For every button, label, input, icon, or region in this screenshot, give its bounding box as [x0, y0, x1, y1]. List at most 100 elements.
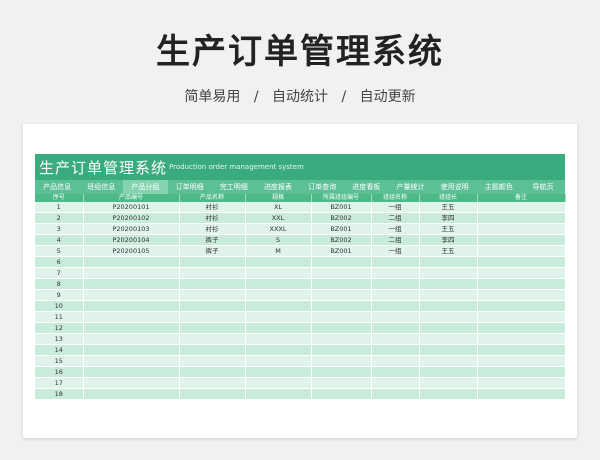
tab-10[interactable]: 使用说明 [433, 180, 477, 194]
table-cell[interactable] [419, 311, 478, 323]
table-cell[interactable] [477, 300, 566, 312]
table-cell[interactable]: 二组 [371, 234, 420, 246]
tab-8[interactable]: 进度看板 [344, 180, 388, 194]
table-cell[interactable] [83, 300, 180, 312]
table-cell[interactable]: 一组 [371, 202, 420, 213]
table-cell[interactable] [179, 333, 246, 345]
table-cell[interactable] [477, 377, 566, 389]
table-cell[interactable]: M [245, 245, 312, 257]
table-cell[interactable] [477, 333, 566, 345]
table-cell[interactable] [245, 311, 312, 323]
table-cell[interactable] [179, 388, 246, 400]
table-cell[interactable] [311, 322, 372, 334]
table-cell[interactable]: S [245, 234, 312, 246]
table-cell[interactable]: P20200103 [83, 223, 180, 235]
table-cell[interactable] [477, 267, 566, 279]
table-cell[interactable] [245, 256, 312, 268]
table-cell[interactable] [83, 355, 180, 367]
table-cell[interactable] [83, 322, 180, 334]
table-cell[interactable] [245, 289, 312, 301]
table-cell[interactable]: 6 [35, 256, 84, 268]
table-cell[interactable]: 衬衫 [179, 202, 246, 213]
table-cell[interactable] [477, 355, 566, 367]
table-cell[interactable] [179, 377, 246, 389]
table-cell[interactable] [83, 366, 180, 378]
table-cell[interactable] [419, 377, 478, 389]
table-cell[interactable]: 14 [35, 344, 84, 356]
table-cell[interactable] [419, 344, 478, 356]
table-cell[interactable] [477, 322, 566, 334]
table-cell[interactable] [179, 300, 246, 312]
table-cell[interactable]: 9 [35, 289, 84, 301]
table-cell[interactable] [179, 256, 246, 268]
table-cell[interactable] [245, 366, 312, 378]
table-cell[interactable] [371, 388, 420, 400]
table-cell[interactable] [477, 234, 566, 246]
table-cell[interactable] [419, 267, 478, 279]
tab-1[interactable]: 产品信息 [35, 180, 79, 194]
tab-7[interactable]: 订单查询 [300, 180, 344, 194]
table-cell[interactable]: 王五 [419, 202, 478, 213]
table-cell[interactable] [83, 256, 180, 268]
tab-5[interactable]: 完工明细 [212, 180, 256, 194]
table-cell[interactable] [419, 289, 478, 301]
table-cell[interactable] [179, 344, 246, 356]
table-cell[interactable] [83, 333, 180, 345]
table-cell[interactable] [477, 245, 566, 257]
table-cell[interactable] [179, 355, 246, 367]
tab-12[interactable]: 导航页 [521, 180, 565, 194]
table-cell[interactable] [179, 278, 246, 290]
tab-2[interactable]: 班组信息 [79, 180, 123, 194]
table-cell[interactable]: XXXL [245, 223, 312, 235]
table-cell[interactable] [371, 278, 420, 290]
table-cell[interactable] [179, 322, 246, 334]
table-cell[interactable] [419, 278, 478, 290]
table-cell[interactable] [419, 355, 478, 367]
table-cell[interactable] [371, 333, 420, 345]
table-cell[interactable] [311, 289, 372, 301]
table-cell[interactable] [371, 322, 420, 334]
table-cell[interactable] [245, 322, 312, 334]
table-cell[interactable] [477, 256, 566, 268]
tab-9[interactable]: 产量统计 [388, 180, 432, 194]
table-cell[interactable]: 一组 [371, 223, 420, 235]
table-cell[interactable]: 裤子 [179, 234, 246, 246]
table-cell[interactable]: 8 [35, 278, 84, 290]
table-cell[interactable]: 13 [35, 333, 84, 345]
table-cell[interactable]: P20200102 [83, 212, 180, 224]
table-cell[interactable] [179, 366, 246, 378]
table-cell[interactable] [419, 256, 478, 268]
table-cell[interactable]: XXL [245, 212, 312, 224]
table-cell[interactable] [311, 366, 372, 378]
table-cell[interactable]: BZ001 [311, 223, 372, 235]
table-cell[interactable]: 15 [35, 355, 84, 367]
table-cell[interactable]: BZ002 [311, 212, 372, 224]
table-cell[interactable] [179, 289, 246, 301]
table-cell[interactable] [245, 333, 312, 345]
table-cell[interactable] [419, 333, 478, 345]
table-cell[interactable] [311, 278, 372, 290]
table-cell[interactable]: 衬衫 [179, 223, 246, 235]
table-cell[interactable] [477, 223, 566, 235]
table-cell[interactable] [245, 300, 312, 312]
table-cell[interactable]: 王五 [419, 245, 478, 257]
table-cell[interactable]: 3 [35, 223, 84, 235]
table-cell[interactable] [245, 355, 312, 367]
table-cell[interactable] [245, 267, 312, 279]
table-cell[interactable]: XL [245, 202, 312, 213]
table-cell[interactable] [419, 366, 478, 378]
table-cell[interactable]: 12 [35, 322, 84, 334]
table-cell[interactable] [371, 267, 420, 279]
table-cell[interactable]: 5 [35, 245, 84, 257]
table-cell[interactable] [311, 333, 372, 345]
table-cell[interactable]: 4 [35, 234, 84, 246]
table-cell[interactable] [477, 366, 566, 378]
table-cell[interactable]: BZ002 [311, 234, 372, 246]
table-cell[interactable] [245, 278, 312, 290]
table-cell[interactable] [179, 311, 246, 323]
table-cell[interactable]: 2 [35, 212, 84, 224]
tab-11[interactable]: 主题颜色 [477, 180, 521, 194]
table-cell[interactable] [245, 388, 312, 400]
table-cell[interactable]: 18 [35, 388, 84, 400]
table-cell[interactable] [477, 344, 566, 356]
